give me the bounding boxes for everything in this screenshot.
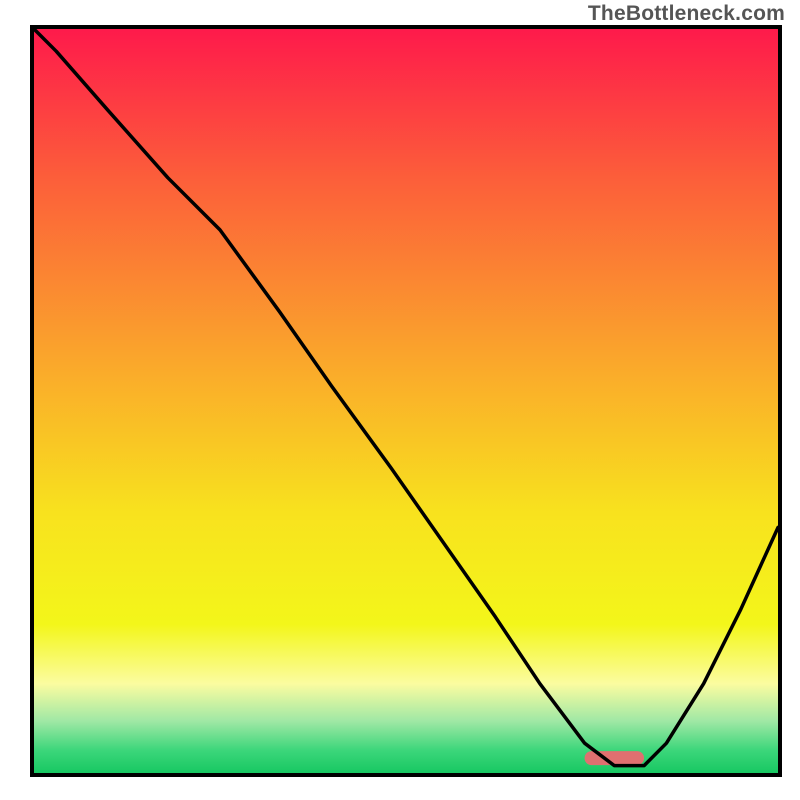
chart-container: TheBottleneck.com [0, 0, 800, 800]
watermark-text: TheBottleneck.com [588, 2, 785, 26]
chart-svg [34, 29, 778, 773]
chart-plot-area [30, 25, 782, 777]
